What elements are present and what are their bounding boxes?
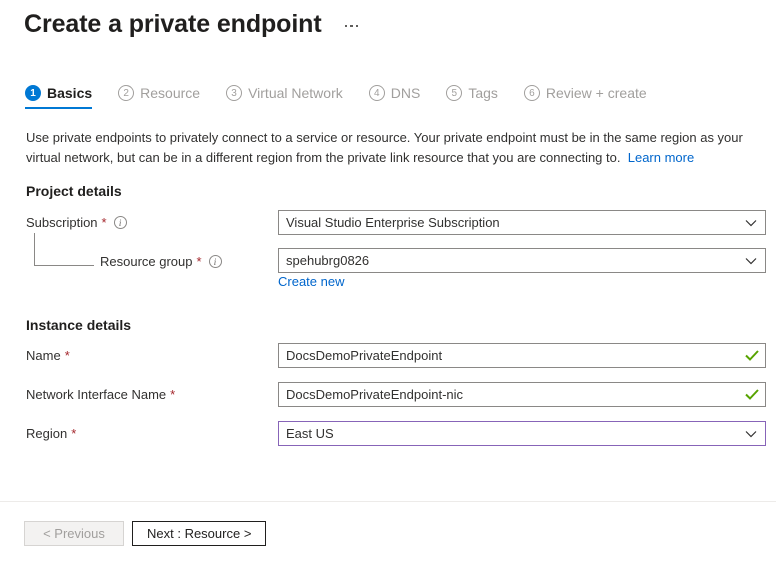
dot-3 xyxy=(356,25,359,28)
name-input[interactable]: DocsDemoPrivateEndpoint xyxy=(278,343,766,368)
subscription-label-text: Subscription xyxy=(26,215,98,230)
tab-virtual-network-number: 3 xyxy=(226,85,242,101)
instance-details-heading: Instance details xyxy=(26,317,131,333)
subscription-value: Visual Studio Enterprise Subscription xyxy=(286,211,737,234)
region-required-asterisk: * xyxy=(71,426,76,441)
info-icon[interactable]: i xyxy=(209,255,222,268)
blade-header: Create a private endpoint xyxy=(24,8,361,40)
tab-tags[interactable]: 5 Tags xyxy=(446,84,498,109)
project-details-heading: Project details xyxy=(26,183,122,199)
tab-resource[interactable]: 2 Resource xyxy=(118,84,200,109)
tab-dns-label: DNS xyxy=(391,84,421,102)
tab-review-create-number: 6 xyxy=(524,85,540,101)
tab-virtual-network-label: Virtual Network xyxy=(248,84,343,102)
next-resource-button[interactable]: Next : Resource > xyxy=(132,521,266,546)
network-interface-name-label: Network Interface Name * xyxy=(26,387,175,402)
region-label-text: Region xyxy=(26,426,67,441)
name-label: Name * xyxy=(26,348,70,363)
resource-group-label-text: Resource group xyxy=(100,254,193,269)
create-private-endpoint-blade: Create a private endpoint 1 Basics 2 Res… xyxy=(0,0,776,569)
more-options-icon[interactable] xyxy=(342,21,362,32)
info-icon[interactable]: i xyxy=(114,216,127,229)
dot-1 xyxy=(345,25,348,28)
wizard-footer: < Previous Next : Resource > xyxy=(24,521,266,546)
tab-basics[interactable]: 1 Basics xyxy=(25,84,92,109)
footer-divider xyxy=(0,501,776,502)
tab-resource-label: Resource xyxy=(140,84,200,102)
subscription-dropdown[interactable]: Visual Studio Enterprise Subscription xyxy=(278,210,766,235)
resource-group-dropdown[interactable]: spehubrg0826 xyxy=(278,248,766,273)
network-interface-name-value: DocsDemoPrivateEndpoint-nic xyxy=(286,383,739,406)
name-label-text: Name xyxy=(26,348,61,363)
tab-dns[interactable]: 4 DNS xyxy=(369,84,421,109)
network-interface-name-label-text: Network Interface Name xyxy=(26,387,166,402)
valid-check-icon xyxy=(739,350,765,361)
learn-more-link[interactable]: Learn more xyxy=(628,150,694,165)
region-label: Region * xyxy=(26,426,76,441)
tab-review-create[interactable]: 6 Review + create xyxy=(524,84,647,109)
valid-check-icon xyxy=(739,389,765,400)
resource-group-value: spehubrg0826 xyxy=(286,249,737,272)
network-interface-name-required-asterisk: * xyxy=(170,387,175,402)
resource-group-indent-connector xyxy=(34,233,94,266)
chevron-down-icon[interactable] xyxy=(737,257,765,265)
chevron-down-icon[interactable] xyxy=(737,219,765,227)
tab-dns-number: 4 xyxy=(369,85,385,101)
tab-tags-label: Tags xyxy=(468,84,498,102)
create-new-resource-group-link[interactable]: Create new xyxy=(278,274,344,290)
previous-button[interactable]: < Previous xyxy=(24,521,124,546)
blade-description: Use private endpoints to privately conne… xyxy=(26,128,768,168)
tab-basics-label: Basics xyxy=(47,84,92,102)
wizard-tabs: 1 Basics 2 Resource 3 Virtual Network 4 … xyxy=(25,84,673,109)
chevron-down-icon[interactable] xyxy=(737,430,765,438)
tab-tags-number: 5 xyxy=(446,85,462,101)
page-title: Create a private endpoint xyxy=(24,8,322,40)
subscription-label: Subscription * i xyxy=(26,215,127,230)
region-value: East US xyxy=(286,422,737,445)
tab-resource-number: 2 xyxy=(118,85,134,101)
name-required-asterisk: * xyxy=(65,348,70,363)
resource-group-label: Resource group * i xyxy=(100,254,222,269)
region-dropdown[interactable]: East US xyxy=(278,421,766,446)
tab-review-create-label: Review + create xyxy=(546,84,647,102)
dot-2 xyxy=(350,25,353,28)
tab-virtual-network[interactable]: 3 Virtual Network xyxy=(226,84,343,109)
resource-group-required-asterisk: * xyxy=(197,254,202,269)
network-interface-name-input[interactable]: DocsDemoPrivateEndpoint-nic xyxy=(278,382,766,407)
name-value: DocsDemoPrivateEndpoint xyxy=(286,344,739,367)
subscription-required-asterisk: * xyxy=(102,215,107,230)
tab-basics-number: 1 xyxy=(25,85,41,101)
